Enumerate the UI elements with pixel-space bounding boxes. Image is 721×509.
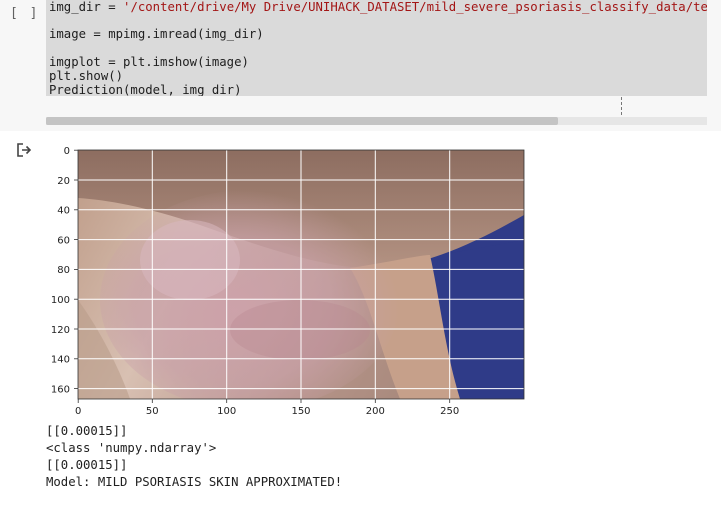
prediction-result: Model: MILD PSORIASIS SKIN APPROXIMATED! xyxy=(46,475,343,489)
output-line: <class 'numpy.ndarray'> xyxy=(46,441,217,455)
y-tick-label: 100 xyxy=(51,295,70,306)
x-tick-label: 0 xyxy=(75,406,81,417)
x-tick-label: 150 xyxy=(291,406,310,417)
y-tick-label: 60 xyxy=(57,235,70,246)
x-tick-label: 200 xyxy=(366,406,385,417)
output-line: [[0.00015]] xyxy=(46,424,128,438)
y-tick-label: 40 xyxy=(57,206,70,217)
y-tick-label: 160 xyxy=(51,384,70,395)
y-axis: 0 20 40 60 80 100 120 140 160 xyxy=(51,146,78,395)
x-tick-label: 50 xyxy=(146,406,159,417)
y-tick-label: 80 xyxy=(57,265,70,276)
imshow-plot: 0 20 40 60 80 100 120 140 160 0 50 100 1… xyxy=(51,146,525,417)
x-tick-label: 100 xyxy=(217,406,236,417)
x-axis: 0 50 100 150 200 250 xyxy=(75,399,459,417)
y-tick-label: 20 xyxy=(57,176,70,187)
y-tick-label: 0 xyxy=(64,146,70,157)
y-tick-label: 140 xyxy=(51,355,70,366)
x-tick-label: 250 xyxy=(440,406,459,417)
output-line: [[0.00015]] xyxy=(46,458,128,472)
y-tick-label: 120 xyxy=(51,325,70,336)
